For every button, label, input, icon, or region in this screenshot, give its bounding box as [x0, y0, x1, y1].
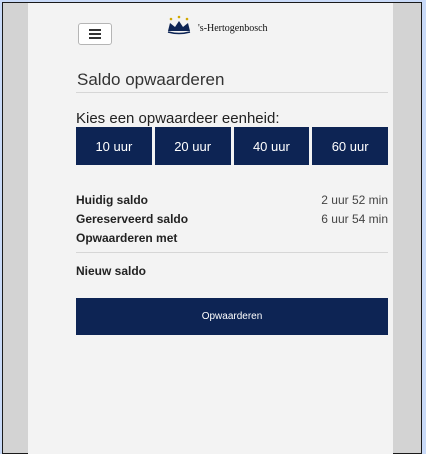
- current-balance-label: Huidig saldo: [76, 193, 148, 207]
- new-balance-row: Nieuw saldo: [76, 264, 388, 278]
- hamburger-icon: [89, 29, 101, 31]
- app-page: 's-Hertogenbosch Saldo opwaarderen Kies …: [28, 3, 393, 454]
- unit-options: 10 uur 20 uur 40 uur 60 uur: [76, 127, 388, 165]
- app-header: 's-Hertogenbosch: [28, 3, 393, 45]
- topup-submit-button[interactable]: Opwaarderen: [76, 298, 388, 335]
- unit-button-40[interactable]: 40 uur: [233, 127, 310, 165]
- hamburger-icon: [89, 33, 101, 35]
- reserved-balance-value: 6 uur 54 min: [321, 212, 388, 226]
- crown-icon: [167, 15, 191, 35]
- title-divider: [76, 92, 388, 93]
- logo-text: 's-Hertogenbosch: [198, 22, 268, 34]
- new-balance-label: Nieuw saldo: [76, 264, 147, 278]
- menu-button[interactable]: [78, 23, 112, 45]
- hamburger-icon: [89, 37, 101, 39]
- current-balance-value: 2 uur 52 min: [321, 193, 388, 207]
- balance-divider: [76, 252, 388, 253]
- page-title: Saldo opwaarderen: [77, 70, 225, 89]
- topup-label: Opwaarderen met: [76, 231, 178, 245]
- unit-button-20[interactable]: 20 uur: [154, 127, 231, 165]
- reserved-balance-label: Gereserveerd saldo: [76, 212, 189, 226]
- unit-button-10[interactable]: 10 uur: [76, 127, 152, 165]
- unit-button-60[interactable]: 60 uur: [312, 127, 388, 165]
- topup-row: Opwaarderen met: [76, 231, 388, 245]
- unit-heading: Kies een opwaardeer eenheid:: [76, 110, 280, 127]
- reserved-balance-row: Gereserveerd saldo 6 uur 54 min: [76, 212, 388, 226]
- city-logo[interactable]: 's-Hertogenbosch: [164, 15, 268, 35]
- current-balance-row: Huidig saldo 2 uur 52 min: [76, 193, 388, 207]
